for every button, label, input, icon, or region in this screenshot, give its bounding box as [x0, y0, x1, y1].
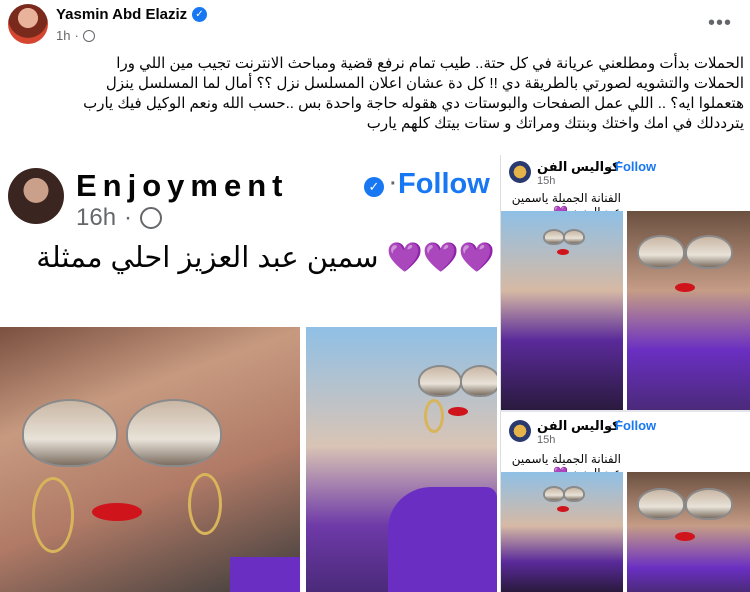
- verified-badge-icon: ✓: [364, 177, 384, 197]
- sunglasses: [543, 229, 565, 245]
- photo-censored: [501, 472, 623, 592]
- sunglasses: [637, 235, 685, 269]
- verified-badge-icon: ✓: [192, 7, 207, 22]
- more-options-icon[interactable]: •••: [708, 12, 732, 35]
- sunglasses: [637, 488, 685, 520]
- follow-button: Follow: [615, 159, 657, 174]
- lips: [675, 532, 695, 541]
- post-text-line: يترددلك في امك واختك وبنتك ومراتك و ستات…: [366, 115, 744, 132]
- page-time: 15h: [537, 434, 556, 446]
- photo-censored: [501, 211, 623, 410]
- author-avatar[interactable]: [8, 4, 48, 44]
- lips: [675, 283, 695, 292]
- enjoyment-page-name: Enjoyment: [76, 168, 289, 203]
- follow-button: Follow: [398, 168, 490, 200]
- embedded-screenshot-bottom[interactable]: كواليس الفن · Follow 15h الفنانة الجميلة…: [500, 412, 750, 592]
- embedded-screenshot-top[interactable]: كواليس الفن · Follow 15h الفنانة الجميلة…: [500, 155, 750, 410]
- earring: [188, 473, 222, 535]
- lips: [448, 407, 468, 416]
- post-text-line: الحملات بدأت ومطلعني عريانة في كل حتة.. …: [116, 55, 744, 72]
- enjoyment-avatar: [8, 168, 64, 224]
- lips: [557, 249, 569, 255]
- page-name: كواليس الفن: [537, 159, 620, 174]
- photo-right: [306, 327, 497, 592]
- post-text: الحملات بدأت ومطلعني عريانة في كل حتة.. …: [10, 54, 744, 134]
- follow-button: Follow: [615, 418, 657, 433]
- earring: [424, 399, 444, 433]
- purple-dress: [230, 557, 300, 592]
- sunglasses-left: [22, 399, 118, 467]
- purple-hearts: 💜💜💜: [386, 242, 495, 274]
- earring: [32, 477, 74, 553]
- sunglasses: [543, 486, 565, 502]
- globe-icon: [82, 29, 95, 42]
- lips: [557, 506, 569, 512]
- enjoyment-caption: 💜💜💜 سمين عبد العزيز احلي ممثلة: [10, 240, 495, 275]
- sunglasses: [563, 486, 585, 502]
- post-time[interactable]: 1h: [56, 28, 70, 43]
- sunglasses: [418, 365, 462, 397]
- sunglasses-right: [126, 399, 222, 467]
- post-text-line: هتعملوا ايه؟ .. اللي عمل الصفحات والبوست…: [83, 95, 744, 112]
- page-avatar: [509, 420, 531, 442]
- post-meta: 1h ·: [56, 28, 95, 43]
- author-name[interactable]: Yasmin Abd Elaziz: [56, 6, 187, 23]
- sunglasses: [563, 229, 585, 245]
- page-name: كواليس الفن: [537, 418, 620, 433]
- globe-icon: [140, 207, 163, 229]
- enjoyment-time: 16h: [76, 204, 117, 231]
- post-text-line: الحملات والتشويه لصورتي بالطريقة دي !! ك…: [105, 75, 744, 92]
- purple-dress: [388, 487, 497, 592]
- sunglasses: [685, 235, 733, 269]
- caption-text: سمين عبد العزيز احلي ممثلة: [36, 242, 379, 274]
- sunglasses: [685, 488, 733, 520]
- sunglasses: [460, 365, 497, 397]
- photo-face: [627, 211, 750, 410]
- page-time: 15h: [537, 175, 556, 187]
- lips: [92, 503, 142, 521]
- photo-face: [627, 472, 750, 592]
- page-avatar: [509, 161, 531, 183]
- enjoyment-meta: 16h ·: [76, 204, 163, 232]
- dot-separator: ·: [388, 166, 398, 198]
- photo-left: [0, 327, 300, 592]
